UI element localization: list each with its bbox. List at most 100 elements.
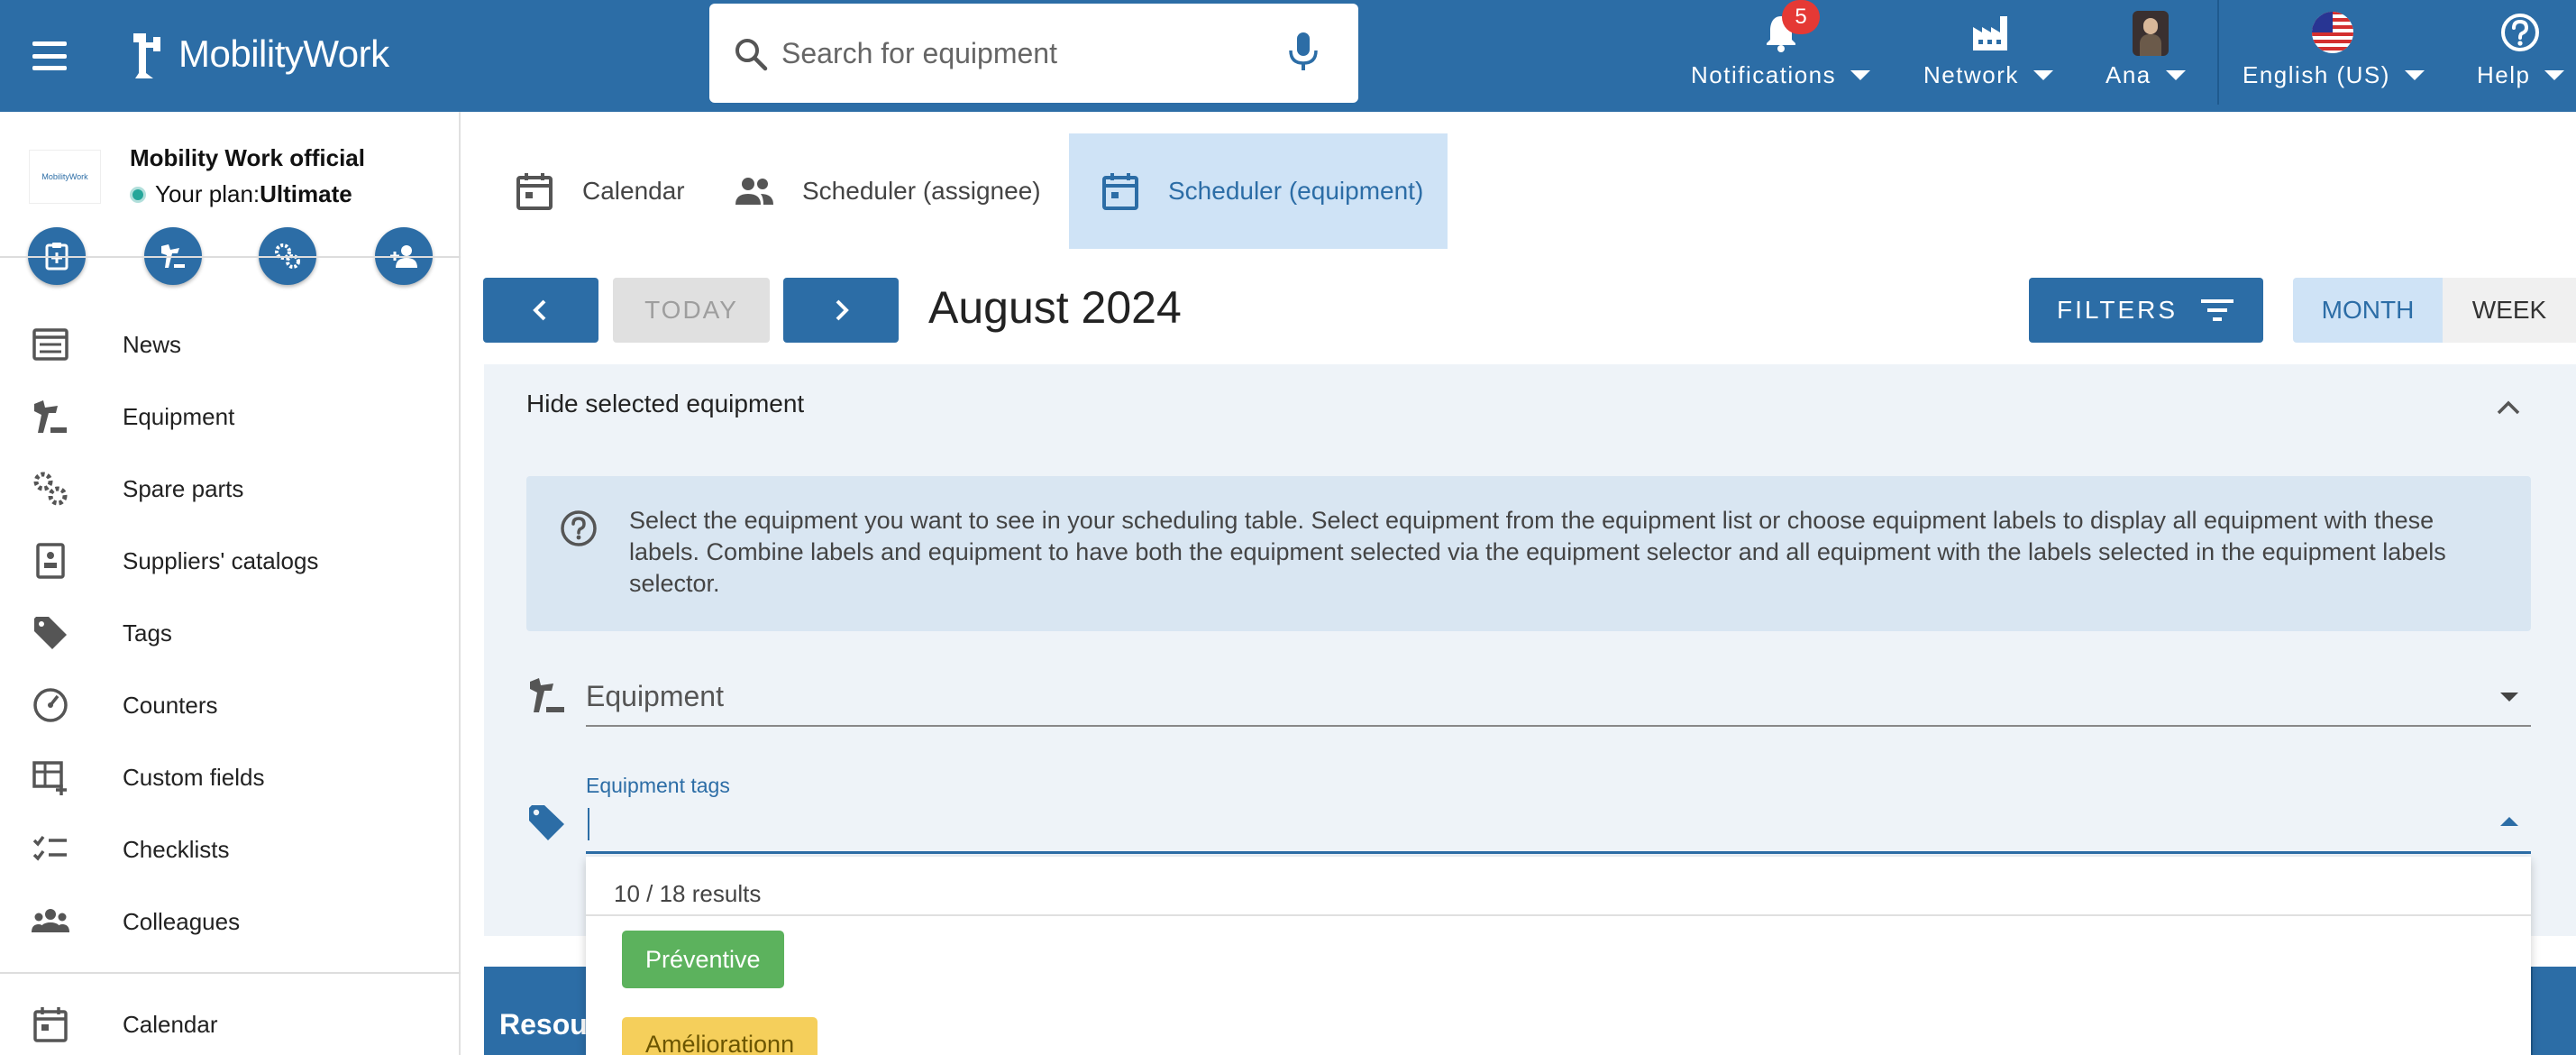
previous-month-button[interactable]: [483, 278, 598, 343]
sidebar-item-spare-parts[interactable]: Spare parts: [0, 453, 460, 525]
tab-scheduler-assignee[interactable]: Scheduler (assignee): [703, 133, 1064, 249]
network-label: Network: [1923, 61, 2019, 88]
dropdown-divider: [586, 914, 2531, 916]
chevron-down-icon: [2165, 70, 2186, 80]
sidebar-item-equipment[interactable]: Equipment: [0, 381, 460, 453]
avatar: [2133, 11, 2169, 56]
help-circle-icon: [561, 510, 597, 546]
chevron-down-icon: [2404, 70, 2425, 80]
status-dot-icon: [130, 186, 146, 203]
equipment-tags-input[interactable]: [586, 851, 2531, 854]
equipment-selection-panel: [484, 364, 2576, 936]
help-menu[interactable]: Help: [2477, 0, 2571, 112]
month-view-button[interactable]: MONTH: [2293, 278, 2443, 343]
help-label: Help: [2477, 61, 2531, 88]
dropdown-arrow-icon[interactable]: [2500, 817, 2518, 826]
hide-selected-equipment-toggle[interactable]: Hide selected equipment: [526, 390, 804, 418]
today-button[interactable]: TODAY: [613, 278, 770, 343]
top-bar: MobilityWork 5 Notifications Network: [0, 0, 2576, 112]
language-label: English (US): [2243, 61, 2390, 88]
microphone-icon[interactable]: [1285, 31, 1321, 72]
plan-value: Ultimate: [260, 180, 352, 207]
calendar-icon: [1102, 173, 1138, 210]
tag-icon: [34, 617, 67, 649]
calendar-icon: [516, 173, 553, 210]
month-title: August 2024: [928, 282, 1182, 333]
equipment-tags-label: Equipment tags: [586, 774, 730, 797]
org-name: Mobility Work official: [130, 144, 365, 171]
notifications-label: Notifications: [1691, 61, 1837, 88]
sidebar-divider: [0, 256, 461, 258]
menu-icon[interactable]: [31, 38, 69, 74]
plan-prefix: Your plan:: [155, 180, 260, 207]
tag-icon: [529, 805, 564, 840]
sidebar-item-custom-fields[interactable]: Custom fields: [0, 741, 460, 813]
sidebar-item-label: Counters: [123, 691, 218, 719]
sidebar-item-label: Colleagues: [123, 907, 241, 935]
tag-option-amelioration[interactable]: Améliorationn: [622, 1017, 818, 1055]
checklist-icon: [32, 835, 67, 861]
next-month-button[interactable]: [783, 278, 899, 343]
sidebar-item-label: Checklists: [123, 835, 230, 863]
equipment-select-underline: [586, 725, 2531, 727]
wrench-logo-icon: [133, 33, 160, 78]
resource-column-header: Resou: [499, 1008, 588, 1041]
filter-icon: [2201, 299, 2234, 321]
sidebar-divider: [0, 972, 461, 974]
chevron-down-icon: [2032, 70, 2053, 80]
tab-calendar[interactable]: Calendar: [483, 133, 699, 249]
user-name-label: Ana: [2106, 61, 2151, 88]
tab-scheduler-equipment[interactable]: Scheduler (equipment): [1069, 133, 1448, 249]
people-icon: [735, 178, 773, 205]
sidebar-item-label: Equipment: [123, 402, 235, 430]
sidebar-item-label: Tags: [123, 619, 172, 647]
equipment-icon: [530, 678, 564, 712]
chevron-up-icon[interactable]: [2493, 393, 2524, 420]
search-box[interactable]: [709, 4, 1358, 103]
sidebar-item-colleagues[interactable]: Colleagues: [0, 885, 460, 958]
sidebar-item-label: News: [123, 330, 182, 358]
tab-label: Scheduler (equipment): [1168, 177, 1424, 205]
tags-dropdown: [586, 857, 2531, 1055]
language-menu[interactable]: English (US): [2243, 0, 2425, 112]
search-input[interactable]: [781, 31, 1268, 76]
tag-option-preventive[interactable]: Préventive: [622, 931, 784, 988]
network-menu[interactable]: Network: [1923, 0, 2059, 112]
custom-fields-icon: [32, 761, 67, 795]
calendar-icon: [33, 1007, 68, 1042]
sidebar-item-suppliers-catalogs[interactable]: Suppliers' catalogs: [0, 525, 460, 597]
chevron-left-icon: [533, 299, 546, 321]
sidebar-item-tags[interactable]: Tags: [0, 597, 460, 669]
sidebar-item-label: Spare parts: [123, 474, 244, 502]
catalog-icon: [36, 543, 65, 579]
chevron-down-icon: [2544, 70, 2565, 80]
spare-parts-icon: [33, 472, 68, 506]
app-logo[interactable]: MobilityWork: [126, 25, 389, 83]
nav-divider: [2217, 0, 2219, 105]
equipment-select[interactable]: Equipment: [586, 680, 724, 713]
notifications-menu[interactable]: 5 Notifications: [1691, 0, 1871, 112]
tab-label: Calendar: [582, 177, 685, 205]
colleagues-icon: [32, 909, 69, 932]
help-icon: [2501, 14, 2539, 51]
notification-count-badge: 5: [1782, 0, 1820, 34]
sidebar-item-label: Suppliers' catalogs: [123, 546, 319, 574]
user-menu[interactable]: Ana: [2106, 0, 2196, 112]
chevron-down-icon: [1850, 70, 1871, 80]
sidebar: MobilityWork Mobility Work official Your…: [0, 112, 461, 1055]
news-icon: [32, 328, 69, 361]
sidebar-item-label: Calendar: [123, 1010, 218, 1038]
results-count: 10 / 18 results: [614, 880, 762, 907]
text-cursor: [588, 808, 589, 840]
sidebar-item-calendar[interactable]: Calendar: [0, 988, 460, 1055]
week-view-button[interactable]: WEEK: [2443, 278, 2576, 343]
sidebar-item-checklists[interactable]: Checklists: [0, 813, 460, 885]
tab-label: Scheduler (assignee): [802, 177, 1041, 205]
logo-text: MobilityWork: [178, 32, 389, 75]
factory-icon: [1973, 16, 2007, 50]
sidebar-item-counters[interactable]: Counters: [0, 669, 460, 741]
sidebar-item-news[interactable]: News: [0, 308, 460, 381]
search-icon: [735, 39, 768, 71]
filters-button[interactable]: FILTERS: [2029, 278, 2263, 343]
dropdown-arrow-icon[interactable]: [2500, 693, 2518, 702]
